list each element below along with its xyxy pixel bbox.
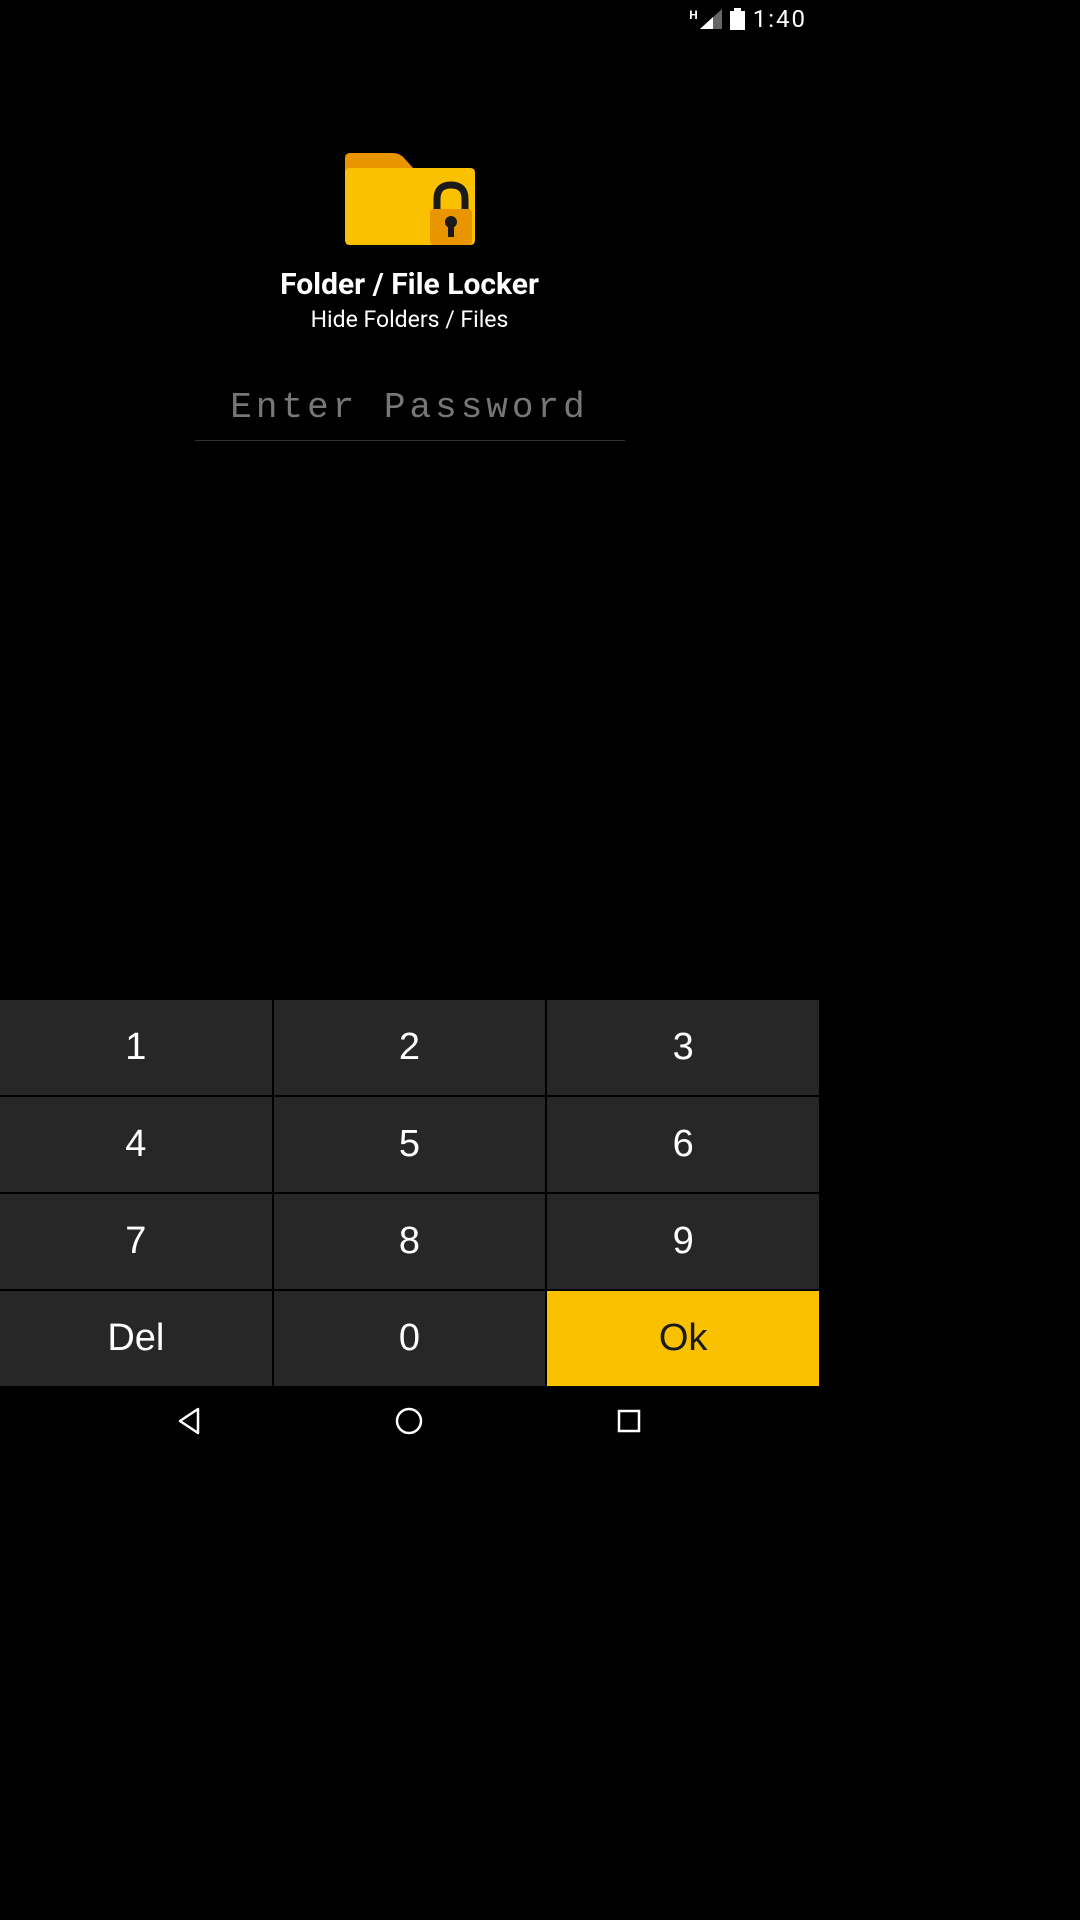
app-title: Folder / File Locker [280, 267, 539, 302]
keypad-5-button[interactable]: 5 [274, 1097, 546, 1192]
nav-recent-button[interactable] [599, 1391, 659, 1451]
keypad-8-button[interactable]: 8 [274, 1194, 546, 1289]
app-subtitle: Hide Folders / Files [311, 306, 509, 333]
nav-back-button[interactable] [160, 1391, 220, 1451]
recent-square-icon [616, 1408, 642, 1434]
nav-home-button[interactable] [379, 1391, 439, 1451]
signal-label: H [689, 9, 697, 21]
home-circle-icon [394, 1406, 424, 1436]
keypad-2-button[interactable]: 2 [274, 1000, 546, 1095]
password-field-wrapper [195, 375, 625, 441]
keypad-4-button[interactable]: 4 [0, 1097, 272, 1192]
keypad-1-button[interactable]: 1 [0, 1000, 272, 1095]
keypad-0-button[interactable]: 0 [274, 1291, 546, 1386]
keypad-9-button[interactable]: 9 [547, 1194, 819, 1289]
keypad-6-button[interactable]: 6 [547, 1097, 819, 1192]
keypad: 1 2 3 4 5 6 7 8 9 Del 0 Ok [0, 1000, 819, 1386]
keypad-ok-button[interactable]: Ok [547, 1291, 819, 1386]
status-bar: H 1:40 [677, 0, 819, 38]
status-time: 1:40 [753, 5, 807, 33]
battery-icon [730, 8, 745, 30]
app-header: Folder / File Locker Hide Folders / File… [0, 145, 819, 333]
password-input[interactable] [195, 375, 625, 441]
folder-lock-icon [345, 145, 475, 245]
nav-bar [0, 1386, 819, 1456]
signal-indicator: H [689, 9, 721, 29]
keypad-3-button[interactable]: 3 [547, 1000, 819, 1095]
keypad-del-button[interactable]: Del [0, 1291, 272, 1386]
signal-icon [700, 9, 722, 29]
keypad-7-button[interactable]: 7 [0, 1194, 272, 1289]
back-triangle-icon [176, 1407, 204, 1435]
